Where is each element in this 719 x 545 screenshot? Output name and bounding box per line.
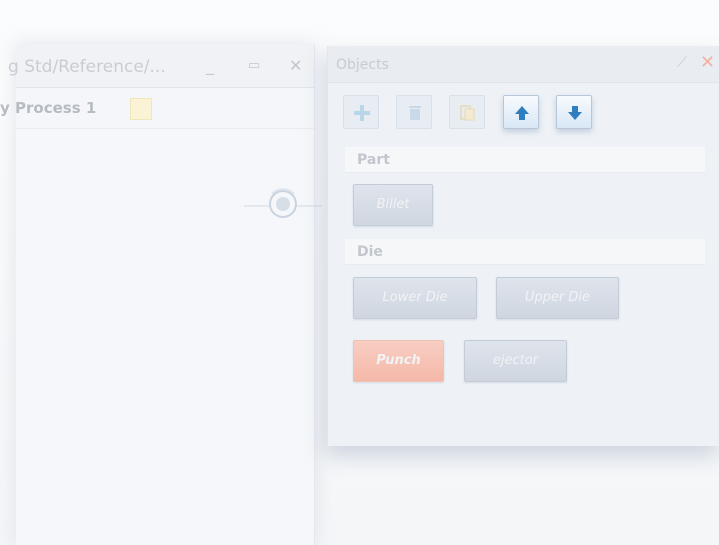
tab-process[interactable]: y Process 1 <box>0 99 96 117</box>
tab-dropdown-button[interactable] <box>130 98 152 120</box>
trash-icon <box>409 106 421 120</box>
ejector-button[interactable]: ejector <box>464 340 567 382</box>
upper-die-button[interactable]: Upper Die <box>496 277 619 319</box>
objects-titlebar: Objects ⟋ ✕ <box>328 46 719 83</box>
punch-button[interactable]: Punch <box>353 340 444 382</box>
copy-icon <box>460 105 475 121</box>
die-section-header: Die <box>345 239 705 265</box>
objects-panel: Objects ⟋ ✕ Part Billet Die Lower Die Up… <box>327 46 719 446</box>
pin-icon[interactable]: ⟋ <box>677 55 693 71</box>
objects-title: Objects <box>336 57 389 73</box>
delete-object-button[interactable] <box>396 95 432 129</box>
move-up-button[interactable] <box>503 95 539 129</box>
document-title: g Std/Reference/... <box>8 57 166 77</box>
document-titlebar: g Std/Reference/... _ ▭ ✕ <box>8 44 314 88</box>
plus-icon <box>354 105 370 121</box>
lower-die-button[interactable]: Lower Die <box>353 277 477 319</box>
billet-button[interactable]: Billet <box>353 184 433 226</box>
arrow-up-icon <box>515 106 529 120</box>
close-button[interactable]: ✕ <box>289 56 302 75</box>
maximize-button[interactable]: ▭ <box>248 58 260 73</box>
arrow-down-icon <box>568 106 582 120</box>
move-down-button[interactable] <box>556 95 592 129</box>
part-section-header: Part <box>345 147 705 173</box>
minimize-button[interactable]: _ <box>206 56 214 75</box>
copy-object-button[interactable] <box>449 95 485 129</box>
add-object-button[interactable] <box>343 95 379 129</box>
document-window: g Std/Reference/... _ ▭ ✕ y Process 1 <box>0 44 322 545</box>
transvalor-logo-icon <box>244 188 322 218</box>
close-icon[interactable]: ✕ <box>700 52 716 73</box>
